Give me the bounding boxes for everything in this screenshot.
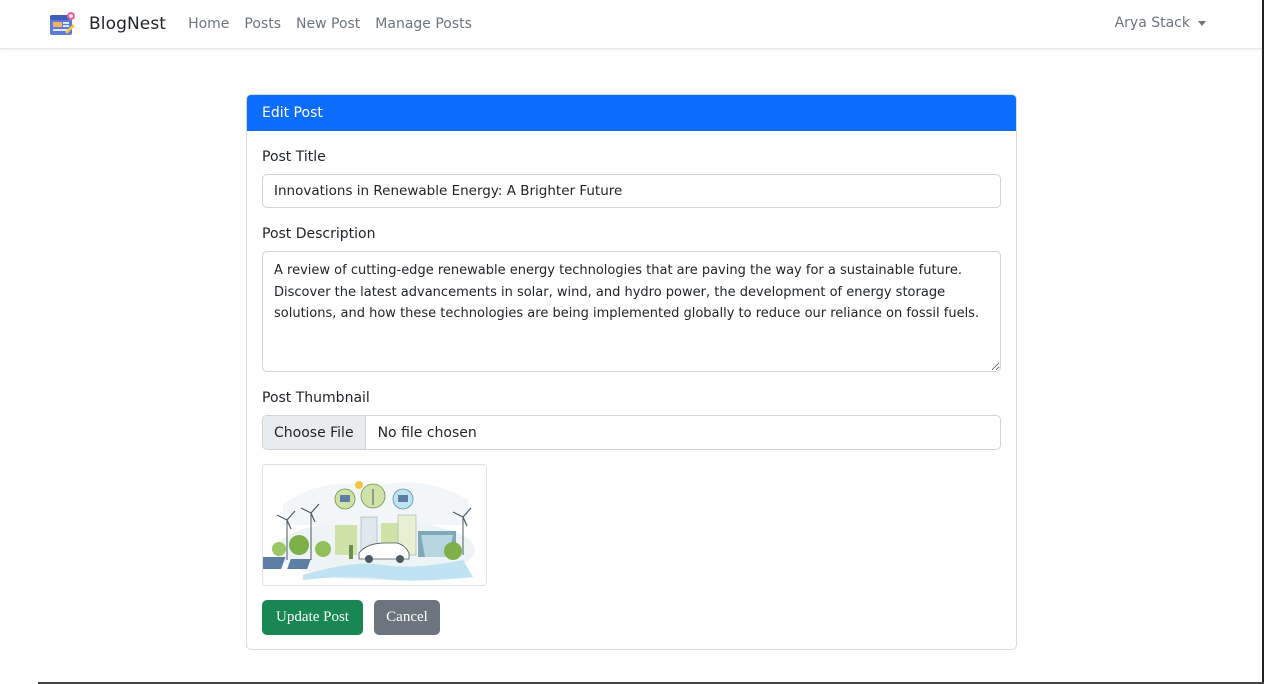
brand-name: BlogNest — [89, 14, 167, 34]
edit-post-card: Edit Post Post Title Post Description A … — [246, 94, 1017, 650]
post-description-textarea[interactable]: A review of cutting-edge renewable energ… — [262, 251, 1001, 372]
thumbnail-file-input[interactable]: Choose File No file chosen — [262, 415, 1001, 450]
update-post-button[interactable]: Update Post — [262, 600, 363, 635]
nav-link-posts[interactable]: Posts — [244, 16, 281, 32]
nav-link-manage-posts[interactable]: Manage Posts — [375, 16, 472, 32]
nav-links: Home Posts New Post Manage Posts — [188, 16, 487, 32]
brand-link[interactable]: BlogNest — [48, 10, 166, 38]
choose-file-button[interactable]: Choose File — [263, 416, 366, 449]
user-dropdown[interactable]: Arya Stack — [1115, 15, 1206, 31]
file-status-text: No file chosen — [377, 424, 477, 441]
card-header: Edit Post — [247, 95, 1016, 131]
caret-down-icon — [1198, 20, 1206, 26]
post-description-label: Post Description — [262, 226, 376, 242]
post-title-label: Post Title — [262, 149, 326, 165]
blog-logo-icon — [48, 10, 76, 38]
post-title-input[interactable] — [262, 174, 1001, 208]
renewable-energy-illustration-icon — [263, 481, 475, 581]
nav-link-new-post[interactable]: New Post — [296, 16, 360, 32]
user-name: Arya Stack — [1114, 15, 1190, 31]
cancel-button[interactable]: Cancel — [374, 600, 440, 635]
navbar: BlogNest Home Posts New Post Manage Post… — [0, 0, 1262, 49]
thumbnail-preview — [262, 464, 487, 586]
post-thumbnail-label: Post Thumbnail — [262, 390, 370, 406]
nav-link-home[interactable]: Home — [188, 16, 229, 32]
